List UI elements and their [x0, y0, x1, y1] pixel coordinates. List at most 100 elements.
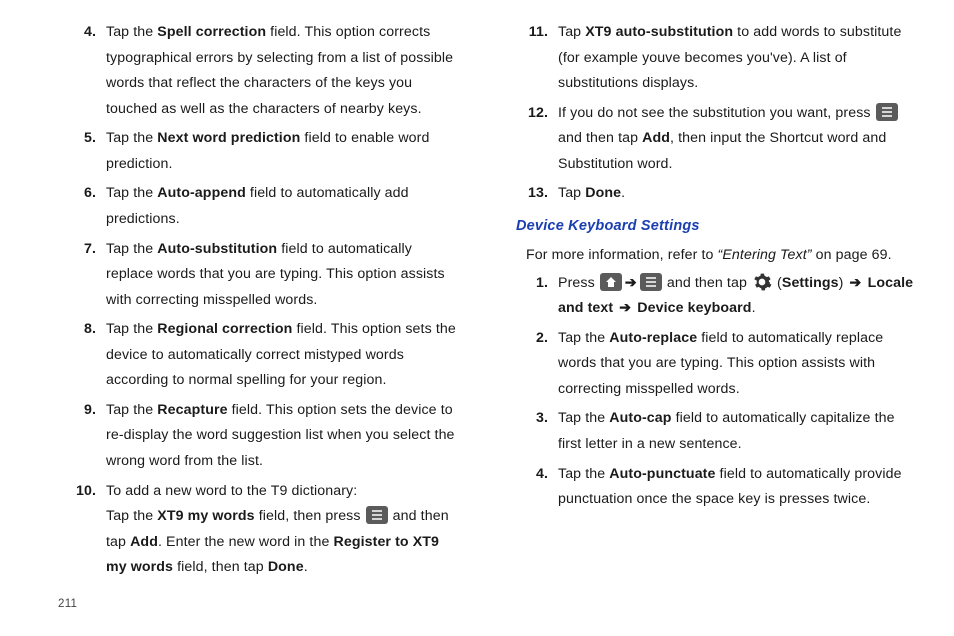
bold: Spell correction	[157, 24, 266, 40]
step-number: 9.	[60, 398, 106, 475]
step-text: Tap the Recapture field. This option set…	[106, 398, 462, 475]
bold: Recapture	[157, 402, 227, 418]
right-column: 11. Tap XT9 auto-substitution to add wor…	[502, 20, 914, 535]
arrow-icon: ➔	[619, 300, 631, 316]
step-text: Press ➔ and then tap (Settings) ➔ Locale…	[558, 271, 914, 322]
t: For more information, refer to	[526, 247, 718, 263]
step-number: 4.	[512, 462, 558, 513]
section-subline: For more information, refer to “Entering…	[526, 243, 914, 269]
step-4: 4. Tap the Spell correction field. This …	[60, 20, 462, 122]
step-7: 7. Tap the Auto-substitution field to au…	[60, 237, 462, 314]
r-step-2: 2. Tap the Auto-replace field to automat…	[512, 326, 914, 403]
r-step-3: 3. Tap the Auto-cap field to automatical…	[512, 406, 914, 457]
step-text: Tap the Auto-append field to automatical…	[106, 181, 462, 232]
bold: Settings	[782, 275, 839, 291]
t: )	[839, 275, 848, 291]
page-body: 4. Tap the Spell correction field. This …	[0, 0, 954, 560]
t: on page 69.	[816, 247, 892, 263]
bold: Auto-cap	[609, 410, 671, 426]
t: Tap the	[106, 185, 157, 201]
step-number: 8.	[60, 317, 106, 394]
t: field, then press	[255, 508, 365, 524]
r-step-4: 4. Tap the Auto-punctuate field to autom…	[512, 462, 914, 513]
step-text: To add a new word to the T9 dictionary: …	[106, 479, 462, 581]
bold: Auto-append	[157, 185, 246, 201]
bold: Device keyboard	[633, 300, 751, 316]
step-text: Tap Done.	[558, 181, 914, 207]
step-6: 6. Tap the Auto-append field to automati…	[60, 181, 462, 232]
t: .	[621, 185, 625, 201]
home-icon	[600, 273, 622, 291]
step-number: 3.	[512, 406, 558, 457]
arrow-icon: ➔	[850, 275, 862, 291]
step-11: 11. Tap XT9 auto-substitution to add wor…	[512, 20, 914, 97]
bold: XT9 auto-substitution	[585, 24, 733, 40]
bold: Add	[130, 534, 158, 550]
bold: Regional correction	[157, 321, 292, 337]
step-number: 13.	[512, 181, 558, 207]
t: and then tap	[663, 275, 751, 291]
bold: Next word prediction	[157, 130, 300, 146]
step-number: 7.	[60, 237, 106, 314]
t: To add a new word to the T9 dictionary:	[106, 483, 357, 499]
step-text: Tap the Regional correction field. This …	[106, 317, 462, 394]
bold: Auto-punctuate	[609, 466, 715, 482]
step-number: 2.	[512, 326, 558, 403]
step-number: 4.	[60, 20, 106, 122]
t: Press	[558, 275, 599, 291]
t: Tap the	[106, 321, 157, 337]
step-text: Tap the Auto-substitution field to autom…	[106, 237, 462, 314]
t: Tap the	[558, 466, 609, 482]
menu-icon	[640, 273, 662, 291]
t: Tap	[558, 185, 585, 201]
t: Tap the	[106, 241, 157, 257]
gear-icon	[752, 272, 772, 292]
step-number: 1.	[512, 271, 558, 322]
step-12: 12. If you do not see the substitution y…	[512, 101, 914, 178]
t: Tap the	[106, 508, 157, 524]
page-number: 211	[58, 598, 77, 610]
t: and then tap	[558, 130, 642, 146]
step-10: 10. To add a new word to the T9 dictiona…	[60, 479, 462, 581]
bold: Done	[268, 559, 304, 575]
t: field, then tap	[173, 559, 268, 575]
step-text: Tap the Auto-cap field to automatically …	[558, 406, 914, 457]
step-5: 5. Tap the Next word prediction field to…	[60, 126, 462, 177]
t: .	[304, 559, 308, 575]
step-number: 5.	[60, 126, 106, 177]
step-number: 10.	[60, 479, 106, 581]
left-column: 4. Tap the Spell correction field. This …	[60, 20, 462, 535]
menu-icon	[876, 103, 898, 121]
bold: Auto-replace	[609, 330, 697, 346]
ital: “Entering Text”	[718, 247, 816, 263]
t: (	[773, 275, 782, 291]
t: .	[752, 300, 756, 316]
t: . Enter the new word in the	[158, 534, 334, 550]
step-number: 6.	[60, 181, 106, 232]
bold: XT9 my words	[157, 508, 254, 524]
step-text: Tap the Spell correction field. This opt…	[106, 20, 462, 122]
step-text: Tap the Auto-replace field to automatica…	[558, 326, 914, 403]
r-step-1: 1. Press ➔ and then tap (Settings) ➔ Loc…	[512, 271, 914, 322]
bold: Done	[585, 185, 621, 201]
t: Tap the	[106, 402, 157, 418]
t: If you do not see the substitution you w…	[558, 105, 875, 121]
t: Tap the	[106, 24, 157, 40]
t: Tap the	[558, 410, 609, 426]
bold: Add	[642, 130, 670, 146]
section-heading: Device Keyboard Settings	[516, 213, 914, 239]
t: Tap the	[106, 130, 157, 146]
step-number: 12.	[512, 101, 558, 178]
step-text: Tap the Auto-punctuate field to automati…	[558, 462, 914, 513]
step-text: Tap the Next word prediction field to en…	[106, 126, 462, 177]
t: Tap	[558, 24, 585, 40]
bold: Auto-substitution	[157, 241, 277, 257]
step-text: If you do not see the substitution you w…	[558, 101, 914, 178]
menu-icon	[366, 506, 388, 524]
arrow-icon: ➔	[625, 275, 637, 291]
step-13: 13. Tap Done.	[512, 181, 914, 207]
step-9: 9. Tap the Recapture field. This option …	[60, 398, 462, 475]
t: Tap the	[558, 330, 609, 346]
step-text: Tap XT9 auto-substitution to add words t…	[558, 20, 914, 97]
step-number: 11.	[512, 20, 558, 97]
